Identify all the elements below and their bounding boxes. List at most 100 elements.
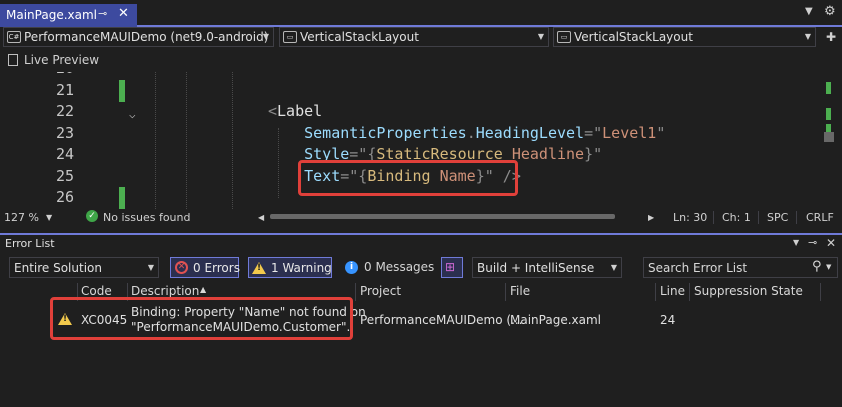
highlight-box-error-row — [50, 297, 353, 340]
errors-filter-button[interactable]: ✕ 0 Errors — [170, 257, 240, 278]
column-project[interactable]: Project — [360, 284, 401, 298]
info-icon: i — [345, 261, 358, 274]
chevron-down-icon[interactable]: ▼ — [793, 238, 799, 247]
warning-icon — [252, 262, 266, 274]
code-token: HeadingLevel — [475, 123, 585, 142]
code-token: " — [656, 123, 666, 142]
tab-label: MainPage.xaml — [6, 8, 97, 22]
search-input[interactable]: Search Error List — [648, 261, 747, 275]
scroll-marker — [826, 82, 831, 94]
code-token: Label — [277, 102, 323, 120]
search-icon[interactable]: ⚲ — [812, 259, 822, 274]
scroll-thumb[interactable] — [824, 132, 834, 142]
scroll-left-icon[interactable]: ◀ — [258, 213, 264, 222]
column-divider — [355, 283, 356, 301]
divider — [758, 211, 759, 224]
element-icon: ▭ — [283, 31, 297, 43]
sort-ascending-icon: ▲ — [200, 285, 207, 294]
highlight-box-binding — [298, 160, 518, 196]
collapse-chevron-icon[interactable]: ⌵ — [129, 108, 136, 121]
column-divider — [820, 283, 821, 301]
pin-icon[interactable]: ⊸ — [808, 236, 817, 249]
line-number: 20 — [20, 72, 74, 77]
errors-count-label: 0 Errors — [193, 261, 240, 275]
filter-toggle-button[interactable]: ⊞ — [441, 257, 463, 278]
column-divider — [689, 283, 690, 301]
code-token: }" — [584, 145, 603, 163]
close-icon[interactable]: ✕ — [826, 236, 836, 250]
issues-status[interactable]: No issues found — [103, 211, 190, 224]
editor-status-bar: 127 % ▼ ✓ No issues found ◀ ▶ Ln: 30 Ch:… — [0, 209, 842, 226]
csharp-project-icon: C# — [7, 31, 21, 43]
whitespace-status[interactable]: SPC — [767, 211, 788, 224]
row-line: 24 — [660, 313, 676, 327]
column-divider — [655, 283, 656, 301]
live-preview-icon — [8, 54, 18, 66]
build-source-label: Build + IntelliSense — [477, 261, 595, 275]
type-dropdown[interactable]: ▭ VerticalStackLayout ▼ — [279, 27, 549, 47]
row-file: MainPage.xaml — [510, 313, 601, 327]
live-preview-label: Live Preview — [24, 53, 100, 67]
column-file[interactable]: File — [510, 284, 530, 298]
code-editor[interactable]: ⌵ 20 21 22 <Label 23 SemanticProperties.Head… — [0, 72, 842, 209]
line-ending-status[interactable]: CRLF — [806, 211, 834, 224]
indent-guide — [186, 72, 187, 209]
error-list-titlebar: Error List ▼ ⊸ ✕ — [0, 235, 842, 252]
code-line[interactable]: SemanticProperties.HeadingLevel="Level1" — [268, 124, 665, 142]
code-token: < — [268, 102, 278, 120]
change-margin-marker — [119, 187, 125, 209]
project-dropdown[interactable]: C# PerformanceMAUIDemo (net9.0-android) … — [3, 27, 274, 47]
messages-filter-button[interactable]: i 0 Messages — [342, 257, 435, 278]
build-source-dropdown[interactable]: Build + IntelliSense ▼ — [472, 257, 622, 278]
search-error-list[interactable]: Search Error List ⚲ ▼ — [643, 257, 838, 278]
split-editor-icon[interactable]: ✚ — [826, 30, 836, 44]
chevron-down-icon: ▼ — [804, 32, 811, 41]
pin-icon[interactable]: ⊸ — [98, 7, 107, 20]
live-preview-button[interactable]: Live Preview — [8, 53, 99, 69]
warnings-filter-button[interactable]: 1 Warning — [248, 257, 332, 278]
line-number: 24 — [55, 145, 74, 163]
chevron-down-icon: ▼ — [147, 263, 154, 272]
member-dropdown-label: VerticalStackLayout — [574, 30, 693, 44]
filter-icon: ⊞ — [445, 260, 456, 274]
column-description[interactable]: Description — [131, 284, 199, 298]
column-divider — [505, 283, 506, 301]
tab-mainpage-xaml[interactable]: MainPage.xaml ⊸ ✕ — [0, 4, 137, 27]
error-icon: ✕ — [175, 261, 188, 274]
line-number: 21 — [55, 80, 74, 99]
column-code[interactable]: Code — [81, 284, 112, 298]
chevron-down-icon: ▼ — [262, 32, 269, 41]
horizontal-scrollbar-thumb[interactable] — [270, 214, 615, 219]
line-number: 22 — [55, 102, 74, 120]
zoom-level[interactable]: 127 % — [4, 211, 39, 224]
close-icon[interactable]: ✕ — [118, 6, 129, 21]
project-dropdown-label: PerformanceMAUIDemo (net9.0-android) — [24, 30, 269, 44]
scope-dropdown[interactable]: Entire Solution ▼ — [9, 257, 159, 278]
indent-guide — [232, 72, 233, 209]
type-dropdown-label: VerticalStackLayout — [300, 30, 419, 44]
code-token: SemanticProperties — [268, 123, 467, 142]
code-token: =" — [584, 123, 603, 142]
column-status: Ch: 1 — [722, 211, 751, 224]
scroll-right-icon[interactable]: ▶ — [648, 213, 654, 222]
gear-icon[interactable]: ⚙ — [824, 4, 836, 19]
code-token: Level1 — [602, 123, 657, 142]
column-suppression-state[interactable]: Suppression State — [694, 284, 803, 298]
vertical-scrollbar[interactable] — [822, 72, 836, 209]
change-margin-marker — [119, 80, 125, 102]
tab-overflow-chevron-icon[interactable]: ▼ — [805, 6, 813, 17]
chevron-down-icon[interactable]: ▼ — [46, 213, 52, 222]
row-project: PerformanceMAUIDemo (... — [360, 313, 523, 327]
messages-count-label: 0 Messages — [364, 260, 435, 274]
line-number: 25 — [55, 166, 74, 185]
scroll-marker — [826, 108, 831, 120]
chevron-down-icon[interactable]: ▼ — [826, 263, 831, 271]
code-token: . — [466, 123, 476, 142]
column-line[interactable]: Line — [660, 284, 685, 298]
line-number-status: Ln: 30 — [673, 211, 708, 224]
member-dropdown[interactable]: ▭ VerticalStackLayout ▼ — [553, 27, 816, 47]
check-icon: ✓ — [86, 210, 98, 222]
code-line[interactable]: <Label — [268, 102, 322, 120]
line-number: 26 — [55, 188, 74, 206]
element-icon: ▭ — [557, 31, 571, 43]
